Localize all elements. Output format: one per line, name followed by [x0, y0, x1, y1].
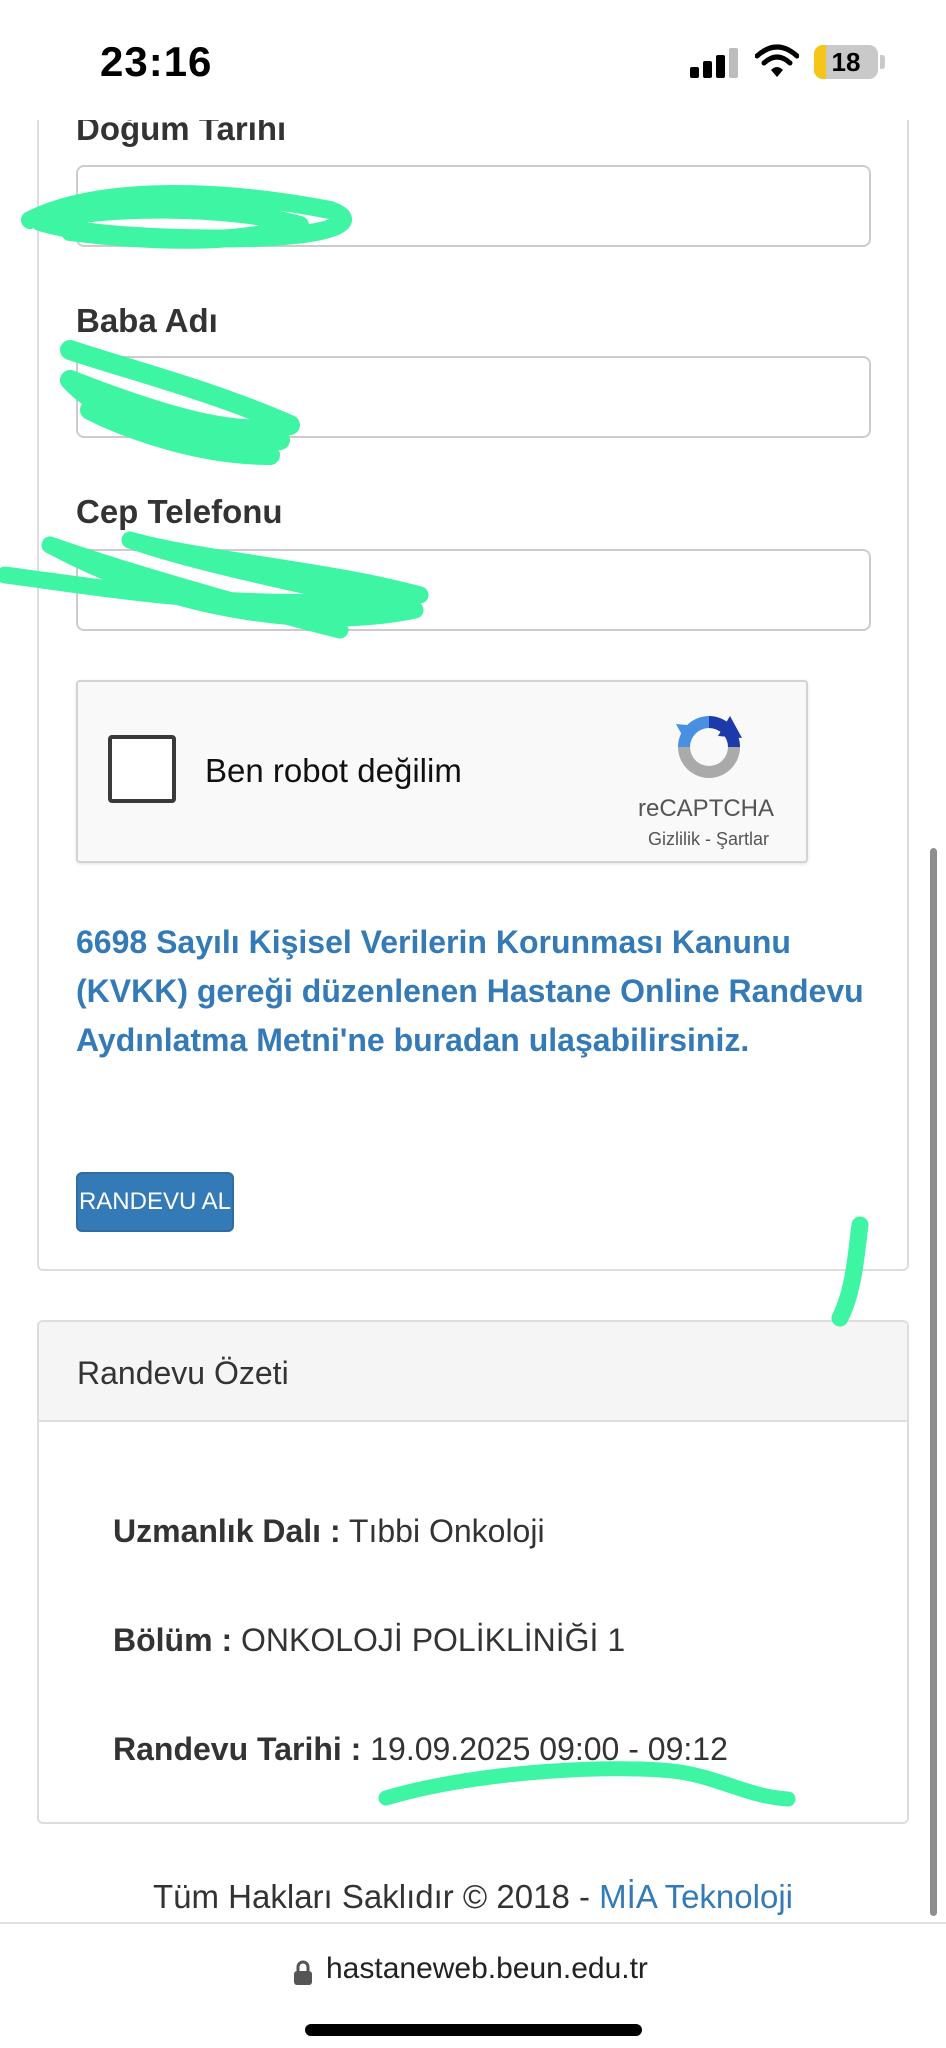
recaptcha-separator: -: [705, 829, 712, 849]
battery-percent: 18: [831, 47, 861, 77]
cellular-signal-icon: [690, 48, 740, 78]
recaptcha-terms: Gizlilik - Şartlar: [648, 829, 769, 850]
recaptcha-logo-icon: [676, 716, 742, 778]
summary-value: 19.09.2025 09:00 - 09:12: [370, 1731, 728, 1767]
battery-icon: 18: [814, 45, 878, 79]
recaptcha-label: Ben robot değilim: [205, 752, 462, 789]
birth-date-input[interactable]: [76, 165, 871, 247]
summary-row-date: Randevu Tarihi : 19.09.2025 09:00 - 09:1…: [113, 1731, 728, 1768]
father-name-input[interactable]: [76, 356, 871, 438]
home-indicator[interactable]: [305, 2024, 642, 2036]
appointment-summary-panel: Randevu Özeti Uzmanlık Dalı : Tıbbi Onko…: [37, 1320, 909, 1824]
footer-text: Tüm Hakları Saklıdır © 2018 -: [153, 1878, 600, 1915]
recaptcha-brand: reCAPTCHA: [638, 795, 775, 822]
summary-label: Bölüm :: [113, 1622, 233, 1658]
book-appointment-button[interactable]: RANDEVU AL: [76, 1172, 234, 1232]
summary-label: Uzmanlık Dalı :: [113, 1513, 341, 1549]
mobile-phone-input[interactable]: [76, 549, 871, 631]
kvkk-disclosure-link[interactable]: 6698 Sayılı Kişisel Verilerin Korunması …: [76, 918, 866, 1065]
footer-company-link[interactable]: MİA Teknoloji: [599, 1878, 793, 1915]
mobile-phone-label: Cep Telefonu: [76, 493, 283, 530]
url-text: hastaneweb.beun.edu.tr: [326, 1952, 648, 1985]
summary-row-specialty: Uzmanlık Dalı : Tıbbi Onkoloji: [113, 1513, 545, 1550]
footer-copyright: Tüm Hakları Saklıdır © 2018 - MİA Teknol…: [0, 1878, 946, 1916]
battery-tip: [880, 55, 885, 69]
father-name-label: Baba Adı: [76, 302, 218, 339]
summary-row-department: Bölüm : ONKOLOJİ POLİKLİNİĞİ 1: [113, 1622, 625, 1659]
summary-value: Tıbbi Onkoloji: [348, 1513, 545, 1549]
browser-address-bar[interactable]: hastaneweb.beun.edu.tr: [0, 1922, 946, 2048]
summary-label: Randevu Tarihi :: [113, 1731, 362, 1767]
recaptcha-widget: Ben robot değilim reCAPTCHA Gizlilik - Ş…: [76, 680, 808, 863]
appointment-form-panel: [37, 80, 909, 1271]
summary-title: Randevu Özeti: [77, 1355, 289, 1391]
lock-icon: [294, 1960, 312, 1985]
summary-header: Randevu Özeti: [39, 1322, 907, 1422]
page-scrollbar[interactable]: [930, 848, 937, 1916]
status-time: 23:16: [100, 38, 213, 85]
status-bar: 23:16 18: [0, 0, 946, 120]
recaptcha-checkbox[interactable]: [108, 735, 176, 803]
summary-value: ONKOLOJİ POLİKLİNİĞİ 1: [240, 1622, 626, 1658]
recaptcha-privacy-link[interactable]: Gizlilik: [648, 829, 700, 849]
recaptcha-terms-link[interactable]: Şartlar: [716, 829, 769, 849]
wifi-icon: [755, 44, 799, 77]
